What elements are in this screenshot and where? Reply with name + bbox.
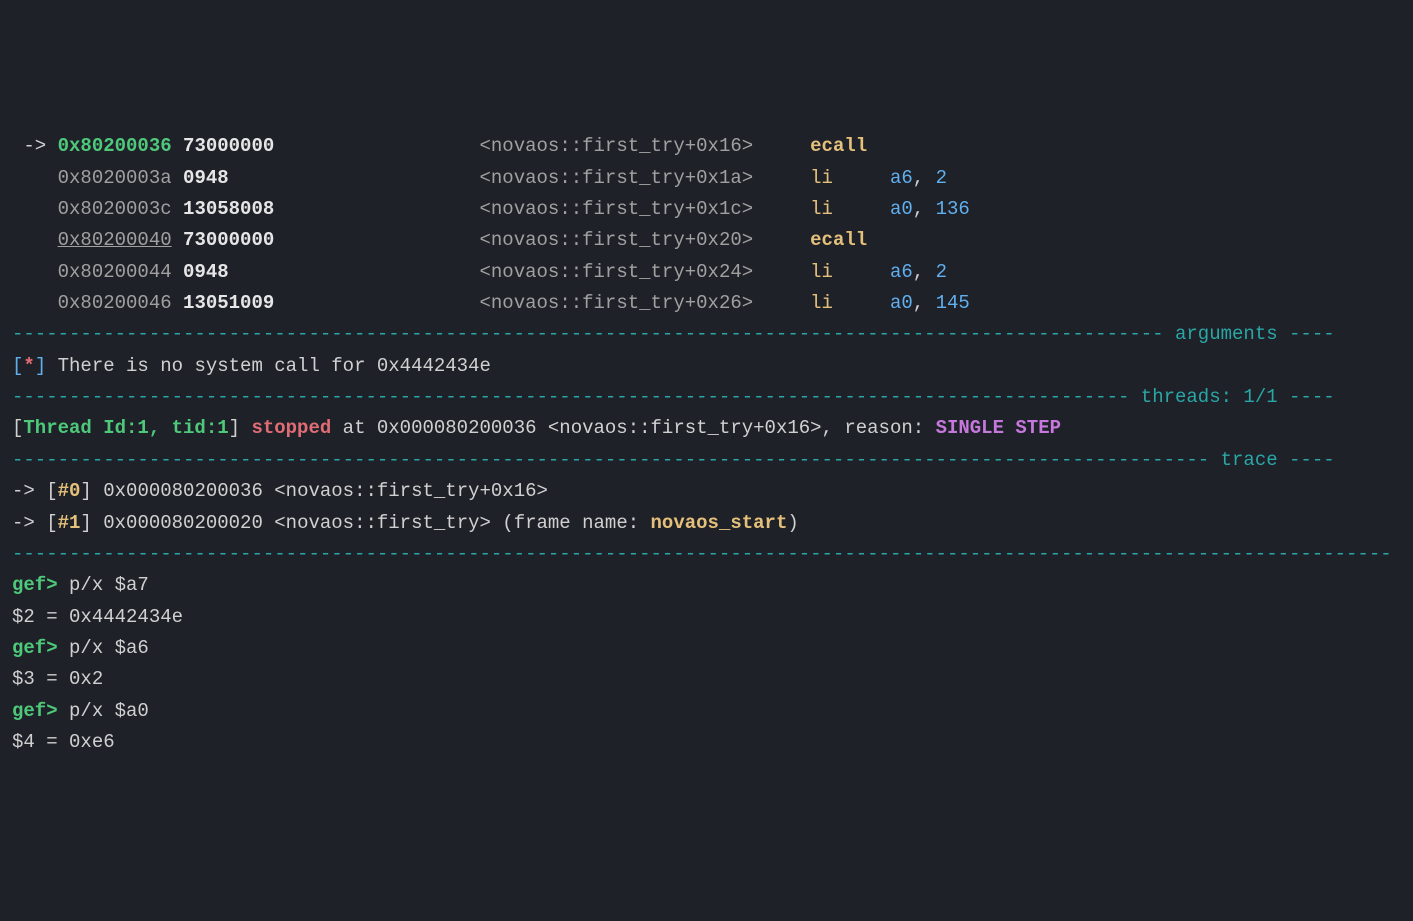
symbol: <novaos::first_try+0x26> — [480, 292, 811, 314]
mnemonic: ecall — [810, 135, 867, 157]
frame-number: #0 — [58, 480, 81, 502]
address: 0x8020003c — [58, 198, 172, 220]
address: 0x80200036 — [58, 135, 172, 157]
dashes: ----------------------------------------… — [12, 386, 1141, 408]
register: a0 — [890, 292, 913, 314]
thread-status: [Thread Id:1, tid:1] stopped at 0x000080… — [12, 413, 1401, 444]
command-output: $4 = 0xe6 — [12, 727, 1401, 758]
section-label-threads: threads: 1/1 — [1141, 386, 1278, 408]
current-arrow — [12, 229, 58, 251]
dashes: ----------------------------------------… — [12, 543, 1392, 565]
disasm-row: 0x8020003c 13058008 <novaos::first_try+0… — [12, 194, 1401, 225]
frame-name: novaos_start — [651, 512, 788, 534]
section-label-arguments: arguments — [1175, 323, 1278, 345]
immediate: 2 — [936, 261, 947, 283]
address: 0x80200044 — [58, 261, 172, 283]
command-input[interactable]: p/x $a7 — [58, 574, 149, 596]
frame-location: 0x000080200036 <novaos::first_try+0x16> — [103, 480, 548, 502]
mnemonic: li — [810, 198, 890, 220]
current-arrow — [12, 167, 58, 189]
disasm-row: 0x80200044 0948 <novaos::first_try+0x24>… — [12, 257, 1401, 288]
symbol: <novaos::first_try+0x1c> — [480, 198, 811, 220]
gef-prompt[interactable]: gef> — [12, 700, 58, 722]
current-arrow: -> — [12, 135, 58, 157]
address: 0x80200040 — [58, 229, 172, 251]
immediate: 136 — [936, 198, 970, 220]
opcode: 0948 — [183, 261, 479, 283]
address: 0x80200046 — [58, 292, 172, 314]
disasm-row: 0x80200046 13051009 <novaos::first_try+0… — [12, 288, 1401, 319]
output-value: $3 = 0x2 — [12, 668, 103, 690]
divider: ----------------------------------------… — [12, 539, 1401, 570]
dashes: ----------------------------------------… — [12, 449, 1221, 471]
mnemonic: li — [810, 167, 890, 189]
register: a6 — [890, 261, 913, 283]
output-value: $4 = 0xe6 — [12, 731, 115, 753]
stop-reason: SINGLE STEP — [936, 417, 1061, 439]
symbol: <novaos::first_try+0x16> — [480, 135, 811, 157]
section-divider-arguments: ----------------------------------------… — [12, 319, 1401, 350]
dashes: ----------------------------------------… — [12, 323, 1175, 345]
mnemonic: li — [810, 261, 890, 283]
section-label-trace: trace — [1221, 449, 1278, 471]
current-arrow — [12, 198, 58, 220]
register: a6 — [890, 167, 913, 189]
stop-location: at 0x000080200036 <novaos::first_try+0x1… — [331, 417, 935, 439]
stopped-label: stopped — [240, 417, 331, 439]
thread-id: Thread Id:1, tid:1 — [23, 417, 228, 439]
star-icon: * — [23, 355, 34, 377]
symbol: <novaos::first_try+0x24> — [480, 261, 811, 283]
dashes: ---- — [1278, 449, 1335, 471]
frame-number: #1 — [58, 512, 81, 534]
frame-location: 0x000080200020 <novaos::first_try> (fram… — [103, 512, 650, 534]
syscall-message: [*] There is no system call for 0x444243… — [12, 351, 1401, 382]
symbol: <novaos::first_try+0x1a> — [480, 167, 811, 189]
command-input[interactable]: p/x $a6 — [58, 637, 149, 659]
section-divider-threads: ----------------------------------------… — [12, 382, 1401, 413]
output-value: $2 = 0x4442434e — [12, 606, 183, 628]
immediate: 145 — [936, 292, 970, 314]
opcode: 73000000 — [183, 229, 479, 251]
symbol: <novaos::first_try+0x20> — [480, 229, 811, 251]
trace-row: -> [#1] 0x000080200020 <novaos::first_tr… — [12, 508, 1401, 539]
mnemonic: li — [810, 292, 890, 314]
terminal-output: -> 0x80200036 73000000 <novaos::first_tr… — [12, 131, 1401, 758]
command-line: gef> p/x $a0 — [12, 696, 1401, 727]
dashes: ---- — [1278, 323, 1335, 345]
current-arrow — [12, 292, 58, 314]
disasm-row: -> 0x80200036 73000000 <novaos::first_tr… — [12, 131, 1401, 162]
trace-row: -> [#0] 0x000080200036 <novaos::first_tr… — [12, 476, 1401, 507]
gef-prompt[interactable]: gef> — [12, 637, 58, 659]
command-output: $2 = 0x4442434e — [12, 602, 1401, 633]
address: 0x8020003a — [58, 167, 172, 189]
disasm-row: 0x8020003a 0948 <novaos::first_try+0x1a>… — [12, 163, 1401, 194]
opcode: 13058008 — [183, 198, 479, 220]
current-arrow — [12, 261, 58, 283]
opcode: 73000000 — [183, 135, 479, 157]
syscall-text: There is no system call for 0x4442434e — [46, 355, 491, 377]
immediate: 2 — [936, 167, 947, 189]
disasm-row: 0x80200040 73000000 <novaos::first_try+0… — [12, 225, 1401, 256]
register: a0 — [890, 198, 913, 220]
opcode: 0948 — [183, 167, 479, 189]
gef-prompt[interactable]: gef> — [12, 574, 58, 596]
mnemonic: ecall — [810, 229, 867, 251]
section-divider-trace: ----------------------------------------… — [12, 445, 1401, 476]
command-input[interactable]: p/x $a0 — [58, 700, 149, 722]
dashes: ---- — [1278, 386, 1335, 408]
command-line: gef> p/x $a6 — [12, 633, 1401, 664]
command-line: gef> p/x $a7 — [12, 570, 1401, 601]
opcode: 13051009 — [183, 292, 479, 314]
